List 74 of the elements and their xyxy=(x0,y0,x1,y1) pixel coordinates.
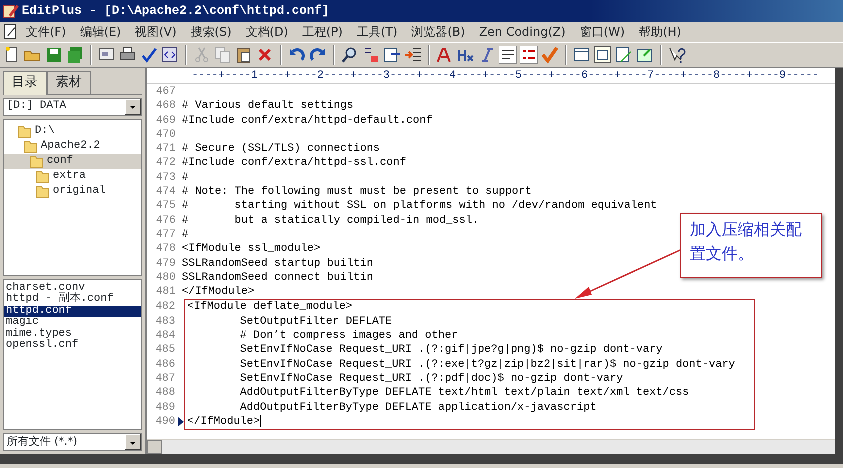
line-number: 480 xyxy=(155,270,177,286)
line-number: 485 xyxy=(154,343,176,358)
line-number: 484 xyxy=(154,329,176,344)
line-number: 483 xyxy=(154,314,176,330)
line-number: 470 xyxy=(155,128,177,142)
code-line: # Secure (SSL/TLS) connections xyxy=(182,142,380,156)
code-line: #Include conf/extra/httpd-ssl.conf xyxy=(182,156,406,171)
line-number: 490 xyxy=(154,414,176,430)
code-line: SetEnvIfNoCase Request_URI .(?:pdf|doc)$ no-gzip dont-vary xyxy=(239,372,624,386)
sidebar-tab[interactable]: 素材 xyxy=(47,71,91,94)
menu-item[interactable]: 文件(F) xyxy=(19,23,74,41)
menu-item[interactable]: 视图(V) xyxy=(128,23,184,41)
line-number: 479 xyxy=(155,256,177,271)
line-number: 467 xyxy=(155,85,177,100)
sidebar-tab[interactable]: 目录 xyxy=(3,71,47,94)
code-line: # xyxy=(182,170,189,186)
file-list-item[interactable]: mime.types xyxy=(4,328,141,340)
line-number: 478 xyxy=(155,242,177,257)
code-line: </IfModule> xyxy=(188,414,260,430)
code-line: <IfModule deflate_module> xyxy=(188,300,353,315)
code-line: <IfModule ssl_module> xyxy=(182,242,321,257)
tree-item[interactable]: Apache2.2 xyxy=(4,138,141,154)
column-ruler: ----+----1----+----2----+----3----+----4----+----5----+----6----+----7----+----8----+----9----- xyxy=(147,68,835,84)
file-list-item[interactable]: magic xyxy=(4,317,141,329)
line-number: 476 xyxy=(155,214,177,228)
line-number: 471 xyxy=(155,142,177,156)
line-number: 486 xyxy=(154,358,176,372)
menu-item[interactable]: 浏览器(B) xyxy=(404,23,472,41)
tree-item[interactable]: D:\ xyxy=(4,124,141,138)
code-line: # Note: The following must must be present to support xyxy=(182,185,532,200)
file-list-item[interactable]: openssl.cnf xyxy=(4,340,141,352)
menu-item[interactable]: 搜索(S) xyxy=(184,23,239,41)
code-line: SetEnvIfNoCase Request_URI .(?:exe|t?gz|zip|bz2|sit|rar)$ no-gzip dont-vary xyxy=(239,358,736,372)
line-number: 469 xyxy=(155,114,177,128)
code-line: AddOutputFilterByType DEFLATE text/html text/plain text/xml text/css xyxy=(239,386,690,401)
line-number: 468 xyxy=(155,99,177,114)
line-number: 472 xyxy=(155,156,177,171)
code-line: # xyxy=(182,228,189,242)
code-line: SSLRandomSeed startup builtin xyxy=(182,256,374,271)
line-number: 482 xyxy=(154,300,176,315)
code-line: # Don’t compress images and other xyxy=(239,329,458,344)
menu-item[interactable]: 编辑(E) xyxy=(73,23,128,41)
line-number: 489 xyxy=(154,400,176,415)
drive-dropdown[interactable]: [D:] DATA xyxy=(3,98,142,116)
menu-item[interactable]: 帮助(H) xyxy=(632,23,688,41)
tree-item[interactable]: extra xyxy=(4,168,141,184)
line-number: 475 xyxy=(155,199,177,214)
menu-item[interactable]: Zen Coding(Z) xyxy=(472,23,573,41)
menu-item[interactable]: 工程(P) xyxy=(295,23,350,41)
line-number: 477 xyxy=(155,228,177,242)
code-line: # Various default settings xyxy=(182,99,354,114)
tree-item[interactable]: conf xyxy=(4,154,141,168)
menu-item[interactable]: 工具(T) xyxy=(350,23,405,41)
annotation-callout: 加入压缩相关配置文件。 xyxy=(680,213,822,278)
tree-item[interactable]: original xyxy=(4,184,141,198)
file-list-item[interactable]: httpd.conf xyxy=(4,306,141,318)
file-filter-dropdown[interactable]: 所有文件 (*.*) xyxy=(3,433,142,451)
line-number: 487 xyxy=(154,372,176,386)
code-line: #Include conf/extra/httpd-default.conf xyxy=(182,114,433,128)
window-title: EditPlus - [D:\Apache2.2\conf\httpd.conf] xyxy=(22,2,330,20)
code-line: # starting without SSL on platforms with no /dev/random equivalent xyxy=(182,199,658,214)
code-line: # but a statically compiled-in mod_ssl. xyxy=(182,214,480,228)
code-line: SSLRandomSeed connect builtin xyxy=(182,270,374,286)
code-line: AddOutputFilterByType DEFLATE application/x-javascript xyxy=(239,400,597,415)
line-number: 488 xyxy=(154,386,176,401)
line-number: 473 xyxy=(155,170,177,186)
line-number: 474 xyxy=(155,185,177,200)
code-line: SetOutputFilter DEFLATE xyxy=(239,314,392,330)
line-number: 481 xyxy=(155,285,177,300)
menu-item[interactable]: 窗口(W) xyxy=(572,23,632,41)
menu-item[interactable]: 文档(D) xyxy=(238,23,296,41)
code-line: </IfModule> xyxy=(182,285,255,300)
file-list-item[interactable]: httpd - 副本.conf xyxy=(4,294,141,306)
code-line: SetEnvIfNoCase Request_URI .(?:gif|jpe?g|png)$ no-gzip dont-vary xyxy=(239,343,663,358)
